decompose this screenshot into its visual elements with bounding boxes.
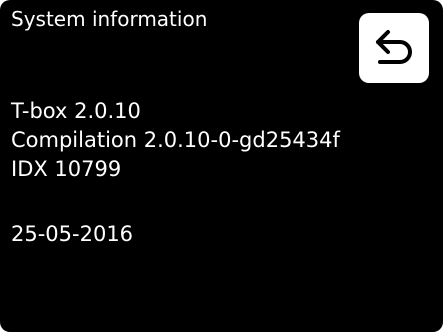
system-info-block: T-box 2.0.10 Compilation 2.0.10-0-gd2543… xyxy=(11,97,340,184)
idx-info: IDX 10799 xyxy=(11,157,122,181)
build-date: 25-05-2016 xyxy=(11,222,134,246)
compilation-info: Compilation 2.0.10-0-gd25434f xyxy=(11,128,340,152)
software-version: T-box 2.0.10 xyxy=(11,99,141,123)
system-info-screen: System information T-box 2.0.10 Compilat… xyxy=(0,0,443,332)
back-button[interactable] xyxy=(359,13,429,83)
page-title: System information xyxy=(11,7,208,31)
undo-arrow-icon xyxy=(370,26,418,70)
